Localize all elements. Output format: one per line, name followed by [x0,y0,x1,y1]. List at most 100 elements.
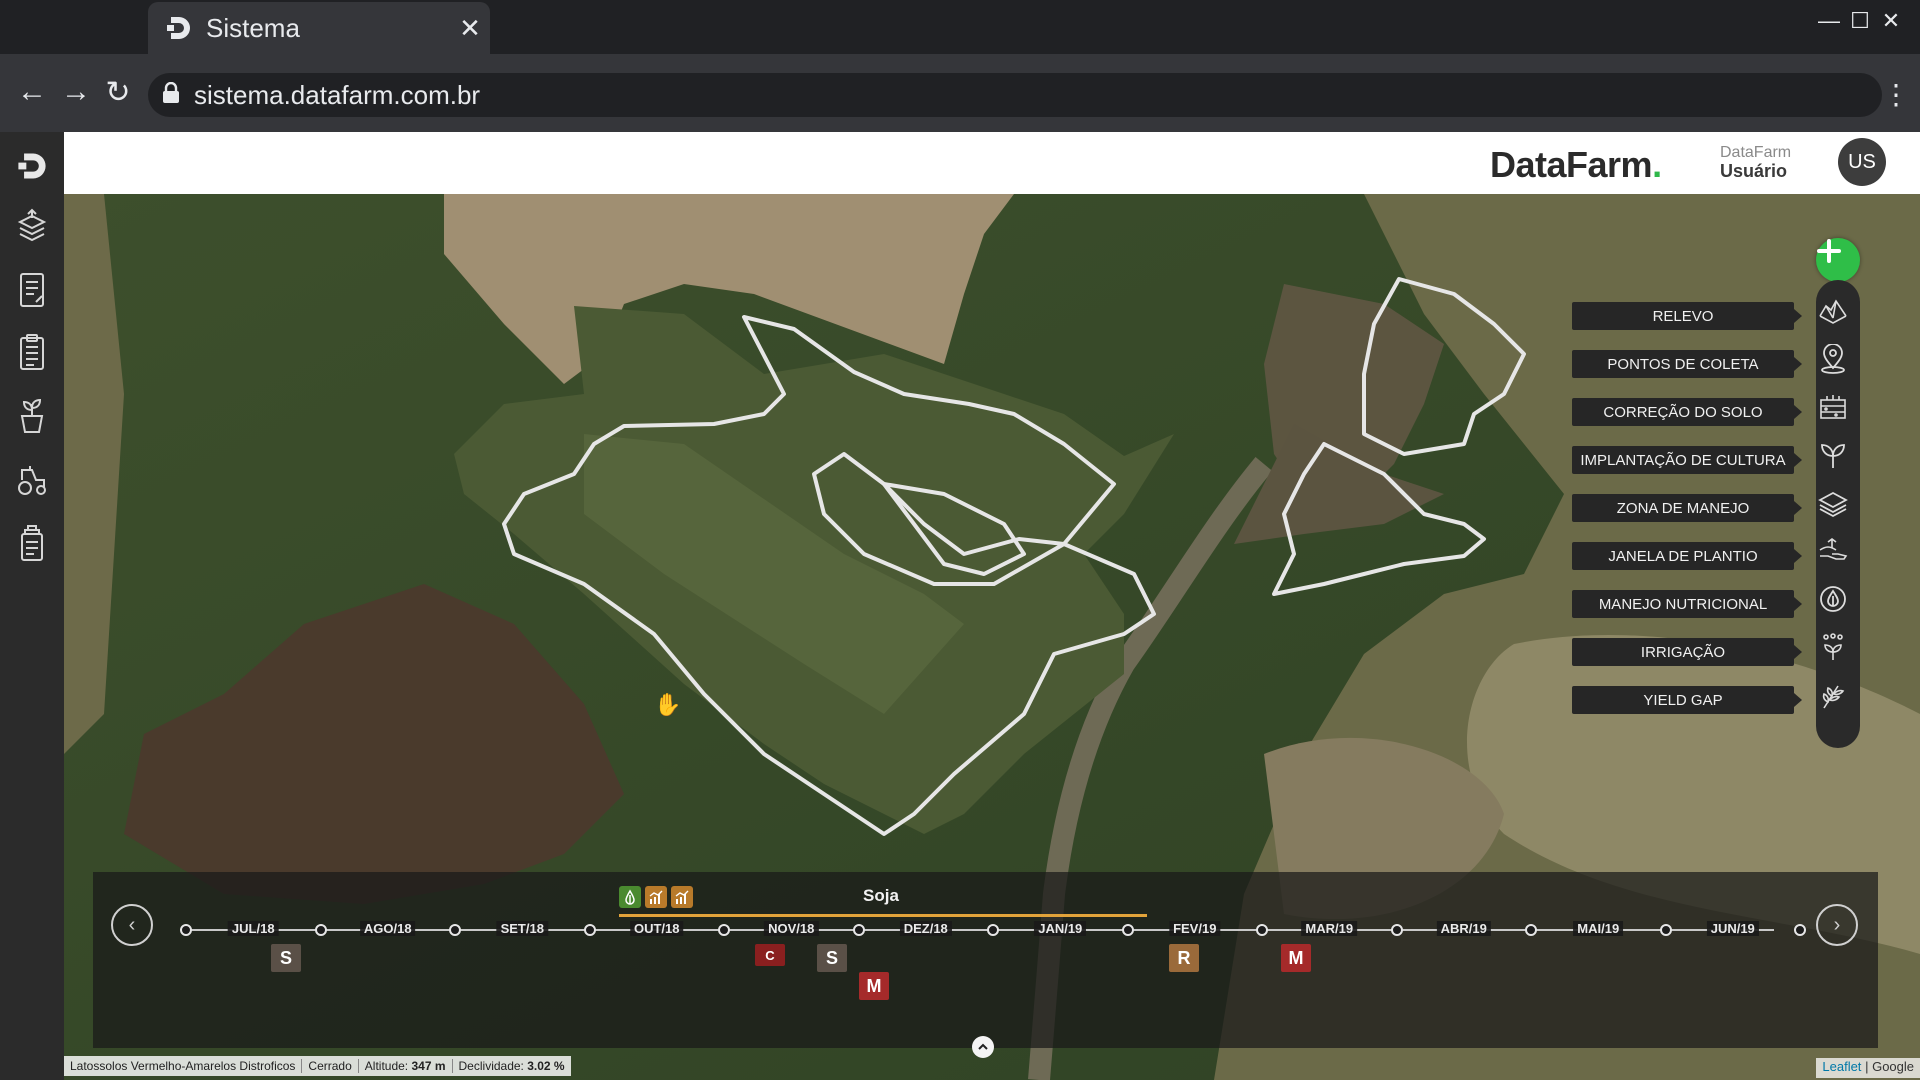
timeline-month-label[interactable]: JUN/19 [1706,921,1759,936]
biome: Cerrado [302,1059,359,1073]
yield-plant-icon[interactable] [1818,680,1858,720]
browser-menu-icon[interactable]: ⋮ [1882,78,1910,111]
event-marker[interactable]: S [817,944,847,972]
datafarm-favicon-icon [162,12,194,44]
timeline-node[interactable] [1121,924,1134,936]
crop-yield-icon[interactable] [671,886,693,908]
event-marker[interactable]: M [1281,944,1311,972]
layers-stack-icon[interactable] [12,204,52,248]
timeline-month-label[interactable]: MAR/19 [1301,921,1358,936]
event-marker[interactable]: R [1169,944,1199,972]
hand-cursor-icon: ✋ [654,692,682,717]
location-pin-icon[interactable] [1818,344,1858,384]
clipboard-list-icon[interactable] [12,330,52,374]
browser-tab[interactable]: Sistema ✕ [148,2,490,54]
layer-pontos-de-coleta[interactable]: PONTOS DE COLETA [1572,350,1802,378]
layer-yield-gap[interactable]: YIELD GAP [1572,686,1802,714]
timeline-month-label[interactable]: OUT/18 [629,921,684,936]
tab-close-icon[interactable]: ✕ [450,13,490,44]
datafarm-logo[interactable]: DataFarm. [1490,144,1662,186]
google-attribution: Google [1872,1059,1914,1074]
browser-tab-bar: Sistema ✕ — ☐ ✕ [0,0,1920,54]
timeline-month-label[interactable]: ABR/19 [1436,921,1491,936]
document-stack-icon[interactable] [12,520,52,564]
avatar[interactable]: US [1838,138,1886,186]
reload-icon[interactable]: ↻ [100,74,136,110]
logo-dot: . [1652,144,1662,185]
event-marker[interactable]: C [755,944,785,966]
timeline-month-label[interactable]: FEV/19 [1169,921,1221,936]
crop-name[interactable]: Soja [863,886,899,906]
layer-janela-de-plantio[interactable]: JANELA DE PLANTIO [1572,542,1802,570]
leaflet-link[interactable]: Leaflet [1822,1059,1861,1074]
altitude-value: 347 m [411,1059,446,1073]
altitude-label: Altitude: [364,1059,409,1073]
back-icon[interactable]: ← [14,74,50,110]
layer-correcao-do-solo[interactable]: CORREÇÃO DO SOLO [1572,398,1802,426]
crop-productivity-icon[interactable] [645,886,667,908]
app-header: DataFarm. DataFarm Usuário US [64,132,1920,194]
user-info[interactable]: DataFarm Usuário [1720,144,1791,180]
timeline-month-label[interactable]: MAI/19 [1573,921,1624,936]
timeline-month-label[interactable]: SET/18 [496,921,548,936]
timeline-month-label[interactable]: JUL/18 [227,921,279,936]
timeline-prev-button[interactable]: ‹ [111,904,153,946]
slope-value: 3.02 % [527,1059,565,1073]
timeline-node[interactable] [852,924,865,936]
url-text: sistema.datafarm.com.br [194,79,481,110]
event-marker[interactable]: S [271,944,301,972]
layer-relevo[interactable]: RELEVO [1572,302,1802,330]
timeline-node[interactable] [180,924,192,936]
layer-implantacao-de-cultura[interactable]: IMPLANTAÇÃO DE CULTURA [1572,446,1802,474]
address-bar[interactable]: sistema.datafarm.com.br [148,73,1882,117]
logo-text: DataFarm [1490,144,1653,185]
window-close-icon[interactable]: ✕ [1876,8,1906,34]
map-attribution: Leaflet | Google [1816,1058,1920,1078]
timeline-month-label[interactable]: AGO/18 [359,921,416,936]
relief-icon[interactable] [1818,296,1858,336]
timeline-node[interactable] [1794,924,1806,936]
layer-zona-de-manejo[interactable]: ZONA DE MANEJO [1572,494,1802,522]
layer-manejo-nutricional[interactable]: MANEJO NUTRICIONAL [1572,590,1802,618]
nutrient-drop-icon[interactable] [1818,584,1858,624]
layers-icon[interactable] [1818,488,1858,528]
timeline-node[interactable] [1659,924,1672,936]
timeline-month-label[interactable]: DEZ/18 [899,921,952,936]
crop-season-bar [619,914,1147,917]
crop-timeline: ‹ › Soja JUL/18 AGO/18 SET/18 OUT/18 NOV/18 D… [93,872,1878,1048]
timeline-node[interactable] [1525,924,1537,936]
timeline-node[interactable] [1390,924,1403,936]
home-logo-icon[interactable] [12,144,52,188]
altitude: Altitude: 347 m [359,1059,453,1073]
tab-title: Sistema [206,12,300,43]
add-layer-button[interactable] [1816,238,1860,282]
timeline-next-button[interactable]: › [1816,904,1858,946]
layer-irrigacao[interactable]: IRRIGAÇÃO [1572,638,1802,666]
minimize-icon[interactable]: — [1814,8,1844,34]
slope: Declividade: 3.02 % [453,1059,571,1073]
timeline-month-label[interactable]: NOV/18 [764,921,819,936]
timeline-node[interactable] [583,924,596,936]
tractor-icon[interactable] [12,456,52,500]
slope-label: Declividade: [458,1059,524,1073]
user-name: Usuário [1720,161,1788,181]
timeline-collapse-button[interactable] [972,1036,994,1058]
crop-water-icon[interactable] [619,886,641,908]
seedling-icon[interactable] [1818,440,1858,480]
forward-icon[interactable]: → [58,74,94,110]
event-marker[interactable]: M [859,972,889,1000]
irrigation-icon[interactable] [1818,632,1858,672]
timeline-month-label[interactable]: JAN/19 [1034,921,1087,936]
timeline-node[interactable] [718,924,730,936]
lock-icon [162,81,180,109]
soil-correction-icon[interactable] [1818,392,1858,432]
timeline-node[interactable] [987,924,999,936]
timeline-node[interactable] [1256,924,1268,936]
timeline-node[interactable] [449,924,461,936]
timeline-node[interactable] [314,924,327,936]
user-company: DataFarm [1720,144,1792,161]
maximize-icon[interactable]: ☐ [1845,8,1875,34]
report-edit-icon[interactable] [12,268,52,312]
planting-hand-icon[interactable] [1818,536,1858,576]
plant-cup-icon[interactable] [12,394,52,438]
